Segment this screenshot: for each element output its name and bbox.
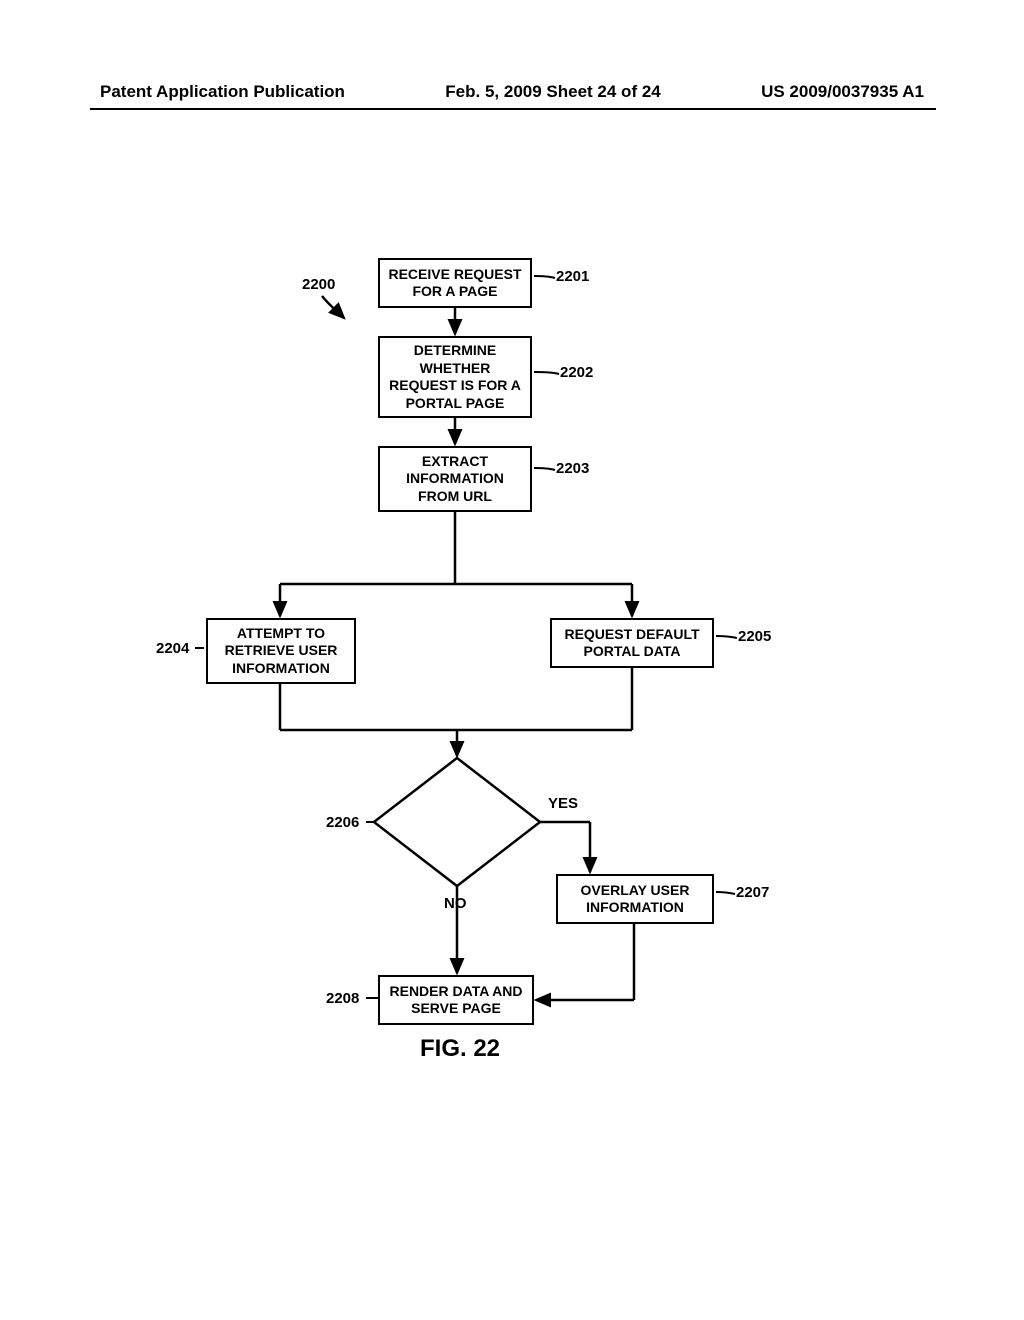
header-rule <box>90 108 936 110</box>
box-render-serve: RENDER DATA AND SERVE PAGE <box>378 975 534 1025</box>
box-determine: DETERMINE WHETHER REQUEST IS FOR A PORTA… <box>378 336 532 418</box>
box-text: OVERLAY USER INFORMATION <box>581 882 690 917</box>
box-text: RENDER DATA AND SERVE PAGE <box>390 983 523 1018</box>
box-text: EXTRACT INFORMATION FROM URL <box>406 453 504 506</box>
label-2200: 2200 <box>302 276 335 293</box>
decision-user-recognized: USER RECOGNIZED/ PERSONALIZED PAGE? <box>380 770 534 874</box>
box-receive-request: RECEIVE REQUEST FOR A PAGE <box>378 258 532 308</box>
label-2202: 2202 <box>560 364 593 381</box>
label-2205: 2205 <box>738 628 771 645</box>
hdr-right: US 2009/0037935 A1 <box>761 82 924 102</box>
box-overlay-user: OVERLAY USER INFORMATION <box>556 874 714 924</box>
connectors <box>0 0 1024 1320</box>
label-2203: 2203 <box>556 460 589 477</box>
box-text: REQUEST DEFAULT PORTAL DATA <box>564 626 699 661</box>
box-extract: EXTRACT INFORMATION FROM URL <box>378 446 532 512</box>
box-text: ATTEMPT TO RETRIEVE USER INFORMATION <box>225 625 338 678</box>
hdr-left: Patent Application Publication <box>100 82 345 102</box>
page-header: Patent Application Publication Feb. 5, 2… <box>0 82 1024 102</box>
box-text: USER RECOGNIZED/ PERSONALIZED PAGE? <box>404 790 510 855</box>
box-text: DETERMINE WHETHER REQUEST IS FOR A PORTA… <box>389 342 521 412</box>
figure-caption: FIG. 22 <box>420 1035 500 1063</box>
label-2207: 2207 <box>736 884 769 901</box>
label-2206: 2206 <box>326 814 359 831</box>
label-yes: YES <box>548 795 578 812</box>
box-request-default: REQUEST DEFAULT PORTAL DATA <box>550 618 714 668</box>
label-2204: 2204 <box>156 640 189 657</box>
label-no: NO <box>444 895 467 912</box>
label-2208: 2208 <box>326 990 359 1007</box>
box-text: RECEIVE REQUEST FOR A PAGE <box>388 266 521 301</box>
box-attempt-retrieve: ATTEMPT TO RETRIEVE USER INFORMATION <box>206 618 356 684</box>
hdr-middle: Feb. 5, 2009 Sheet 24 of 24 <box>445 82 660 102</box>
label-2201: 2201 <box>556 268 589 285</box>
